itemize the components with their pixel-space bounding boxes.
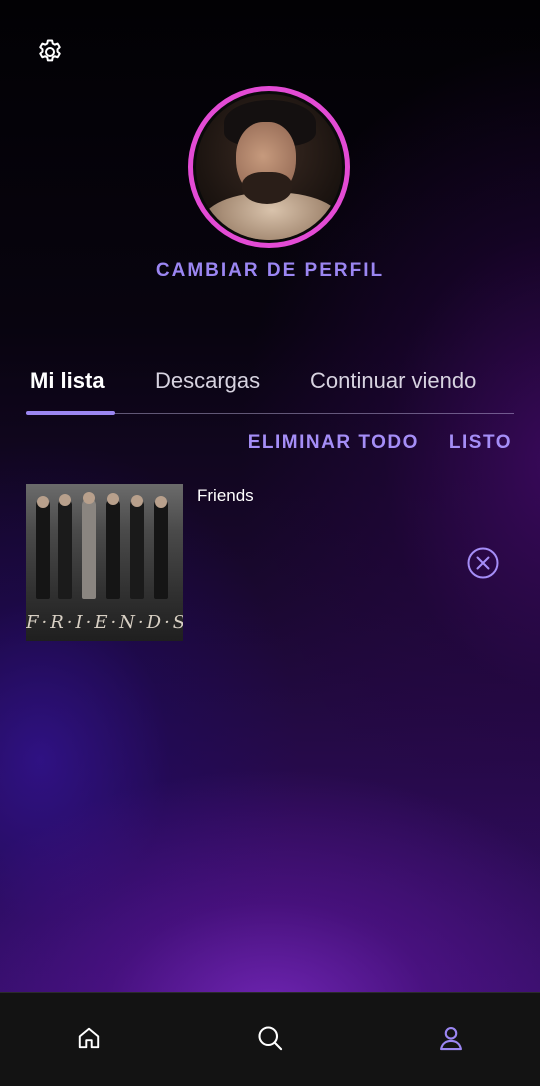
poster-figure-head [37,496,49,508]
avatar-beard [242,172,292,204]
poster-figure [106,499,120,599]
tab-continuar-viendo[interactable]: Continuar viendo [310,368,476,394]
tab-mi-lista[interactable]: Mi lista [30,368,105,394]
bottom-navigation [0,992,540,1086]
tab-bar: Mi lista Descargas Continuar viendo [26,362,514,415]
active-tab-indicator [26,411,115,415]
poster-figure [82,499,96,599]
change-profile-button[interactable]: CAMBIAR DE PERFIL [0,260,540,282]
list-item[interactable]: F·R·I·E·N·D·S Friends [26,484,514,642]
poster-figure [154,499,168,599]
poster-image[interactable]: F·R·I·E·N·D·S [26,484,183,641]
poster-figure-head [155,496,167,508]
avatar-image [196,94,342,240]
home-icon[interactable] [74,1023,104,1053]
poster-figure [130,499,144,599]
poster-figure [58,499,72,599]
list-actions: ELIMINAR TODO LISTO [248,432,512,454]
tab-descargas[interactable]: Descargas [155,368,260,394]
poster-figure-head [131,495,143,507]
avatar[interactable] [188,86,350,248]
poster-figure-head [107,493,119,505]
poster-figure-head [59,494,71,506]
profile-icon[interactable] [436,1023,466,1053]
item-title[interactable]: Friends [197,486,254,506]
poster-figure-head [83,492,95,504]
poster-logo: F·R·I·E·N·D·S [26,612,183,633]
profile-screen: CAMBIAR DE PERFIL Mi lista Descargas Con… [0,0,540,1086]
gear-icon[interactable] [34,36,66,68]
poster-figure [36,499,50,599]
close-circle-icon[interactable] [466,546,500,580]
done-button[interactable]: LISTO [449,432,512,454]
search-icon[interactable] [255,1023,285,1053]
delete-all-button[interactable]: ELIMINAR TODO [248,432,419,454]
